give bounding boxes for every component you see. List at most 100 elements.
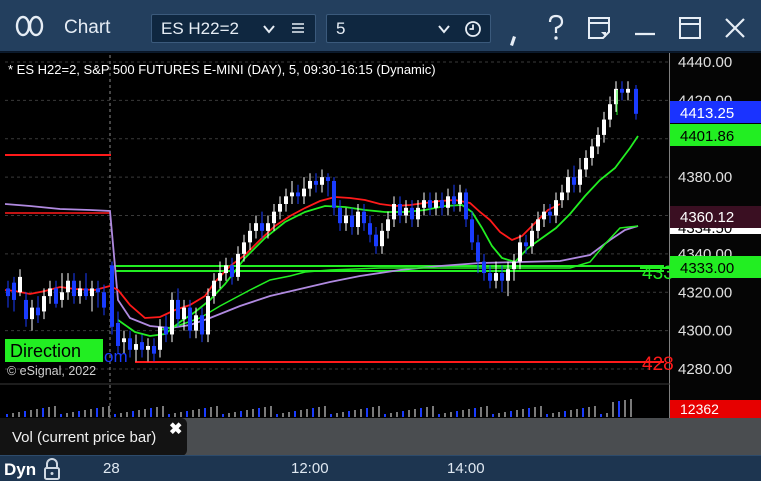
volume-bar bbox=[228, 413, 230, 417]
volume-bar bbox=[318, 407, 320, 417]
minimize-icon[interactable] bbox=[630, 13, 660, 43]
candle-body bbox=[554, 200, 558, 216]
volume-bar bbox=[564, 411, 566, 417]
help-icon[interactable] bbox=[541, 13, 571, 43]
volume-bar bbox=[252, 409, 254, 417]
volume-bar bbox=[312, 408, 314, 417]
volume-bar bbox=[102, 407, 104, 417]
volume-bar bbox=[204, 408, 206, 417]
candle-body bbox=[272, 211, 276, 224]
candle-body bbox=[200, 315, 204, 335]
volume-bar bbox=[606, 413, 608, 417]
candle-body bbox=[290, 192, 294, 197]
candle-body bbox=[122, 338, 126, 343]
volume-bar bbox=[396, 412, 398, 417]
volume-bar bbox=[558, 412, 560, 417]
volume-bar bbox=[576, 409, 578, 417]
candle-body bbox=[458, 192, 462, 204]
volume-bar bbox=[474, 408, 476, 417]
volume-bar bbox=[336, 413, 338, 417]
volume-bar bbox=[522, 409, 524, 417]
candle-body bbox=[548, 211, 552, 216]
volume-bar bbox=[528, 408, 530, 417]
ma-price-label: 4401.86 bbox=[680, 128, 734, 145]
volume-bar bbox=[72, 412, 74, 417]
candle-body bbox=[320, 177, 324, 185]
candle-body bbox=[356, 211, 360, 228]
volume-bar bbox=[624, 400, 626, 417]
volume-bar bbox=[96, 408, 98, 417]
interval-field[interactable]: 5 bbox=[326, 14, 491, 43]
volume-bar bbox=[360, 409, 362, 417]
support-right-edge-label: 428 bbox=[642, 354, 674, 375]
candle-body bbox=[470, 219, 474, 243]
chart-canvas[interactable]: 4440.004420.004400.004380.004360.004340.… bbox=[0, 53, 761, 455]
candle-body bbox=[578, 169, 582, 185]
candle-body bbox=[158, 326, 162, 350]
chart-window: Chart ES H22=2 5 4440.00 4420.00 4380.00… bbox=[0, 0, 761, 481]
title-bar: Chart ES H22=2 5 bbox=[0, 0, 761, 52]
close-icon[interactable]: ✖ bbox=[169, 419, 182, 439]
page-icon[interactable] bbox=[584, 13, 614, 43]
volume-bar bbox=[438, 414, 440, 417]
time-label-1200: 12:00 bbox=[291, 460, 329, 477]
price-tick-label: 4320.00 bbox=[678, 284, 732, 301]
candle-body bbox=[78, 288, 82, 297]
candle-body bbox=[464, 192, 468, 220]
candle-body bbox=[302, 188, 306, 197]
candle-body bbox=[350, 215, 354, 228]
direction-label: Direction bbox=[10, 341, 81, 361]
candle-body bbox=[374, 234, 378, 247]
candle-body bbox=[620, 88, 624, 93]
candle-body bbox=[494, 273, 498, 281]
volume-bar bbox=[594, 406, 596, 417]
volume-bar bbox=[276, 414, 278, 417]
candle-body bbox=[500, 273, 504, 281]
volume-bar bbox=[294, 411, 296, 417]
clock-icon[interactable] bbox=[460, 14, 486, 44]
chevron-down-icon[interactable] bbox=[432, 14, 456, 44]
volume-label: 12362 bbox=[680, 401, 719, 417]
candle-body bbox=[392, 203, 396, 220]
vol-panel-tab[interactable]: Vol (current price bar) ✖ bbox=[0, 418, 187, 456]
candle-body bbox=[428, 200, 432, 208]
candle-body bbox=[596, 134, 600, 147]
candle-body bbox=[380, 230, 384, 247]
volume-bar bbox=[444, 413, 446, 417]
symbol-value: ES H22=2 bbox=[161, 19, 239, 38]
volume-bar bbox=[390, 413, 392, 417]
chevron-down-icon[interactable] bbox=[257, 14, 281, 44]
volume-bar bbox=[330, 414, 332, 417]
level-price-label: 4333.00 bbox=[680, 260, 734, 277]
maximize-icon[interactable] bbox=[675, 13, 705, 43]
volume-bar bbox=[210, 407, 212, 417]
dyn-label[interactable]: Dyn bbox=[4, 460, 36, 480]
volume-bar bbox=[516, 410, 518, 417]
volume-bar bbox=[462, 410, 464, 417]
candle-body bbox=[416, 207, 420, 220]
candle-body bbox=[398, 203, 402, 216]
candle-body bbox=[634, 88, 638, 114]
volume-bar bbox=[114, 414, 116, 417]
volume-bar bbox=[570, 410, 572, 417]
symbol-field[interactable]: ES H22=2 bbox=[151, 14, 316, 43]
candle-body bbox=[314, 180, 318, 185]
price-tick-label: 4280.00 bbox=[678, 361, 732, 378]
chart-area[interactable]: 4440.004420.004400.004380.004360.004340.… bbox=[0, 53, 761, 456]
vol-panel: Vol (current price bar) ✖ bbox=[0, 418, 761, 456]
pencil-icon[interactable] bbox=[500, 22, 530, 52]
candle-body bbox=[506, 269, 510, 281]
volume-bar bbox=[342, 412, 344, 417]
candle-body bbox=[206, 296, 210, 335]
list-icon[interactable] bbox=[285, 14, 311, 44]
volume-bar bbox=[126, 412, 128, 417]
candle-body bbox=[566, 177, 570, 193]
candle-body bbox=[572, 177, 576, 185]
lock-icon[interactable] bbox=[43, 458, 61, 481]
volume-bar bbox=[378, 406, 380, 417]
volume-bar bbox=[300, 410, 302, 417]
candle-body bbox=[296, 192, 300, 197]
volume-bar bbox=[156, 407, 158, 417]
candle-body bbox=[518, 242, 522, 262]
close-icon[interactable] bbox=[720, 13, 750, 43]
